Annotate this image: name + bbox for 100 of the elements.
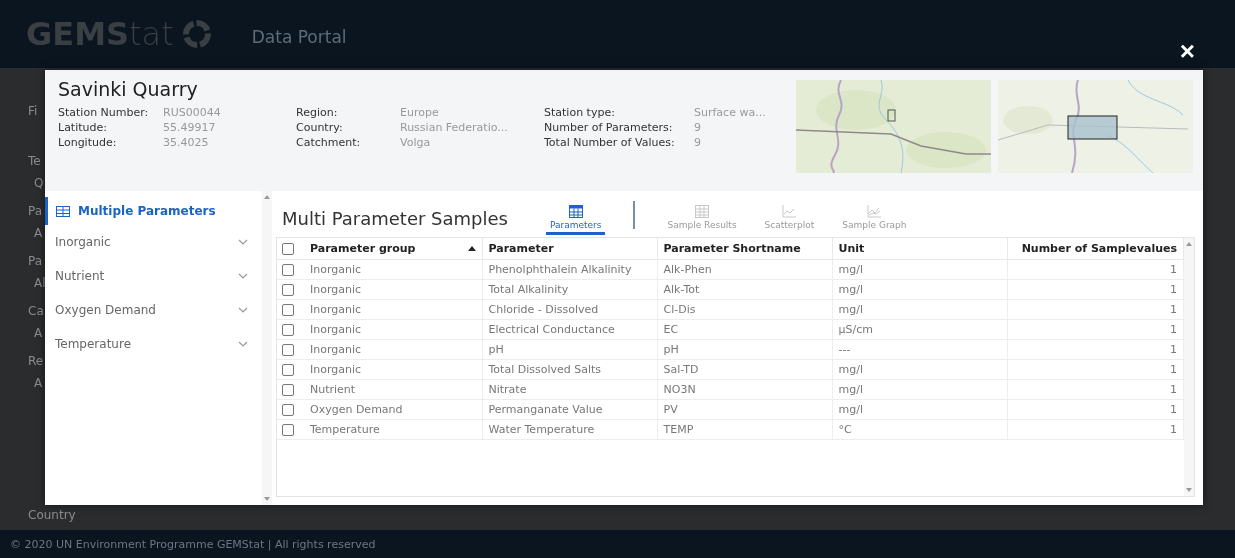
table-icon [695,205,710,218]
portal-subtitle: Data Portal [251,27,347,47]
table-cell: 1 [1007,419,1184,440]
table-cell: 1 [1007,279,1184,300]
scroll-up-icon[interactable] [1186,242,1192,246]
row-checkbox[interactable] [282,323,294,336]
table-cell: Cl-Dis [657,299,832,320]
filter-label: Re [28,354,44,368]
table-cell: Inorganic [304,339,482,360]
station-title: Savinki Quarry [58,78,199,100]
filter-label: Te [28,154,41,168]
table-cell: Alk-Tot [657,279,832,300]
table-cell: mg/l [832,359,1007,380]
info-label: Total Number of Values: [544,136,676,149]
table-cell: Electrical Conductance [482,319,657,340]
table-cell: Phenolphthalein Alkalinity [482,259,657,280]
info-label: Latitude: [58,121,108,134]
filter-value: Al [33,276,46,290]
table-cell: NO3N [657,379,832,400]
row-checkbox[interactable] [282,423,294,436]
info-value: 35.4025 [163,136,210,149]
table-cell: Inorganic [304,319,482,340]
section-title: Multi Parameter Samples [282,208,508,229]
sidebar-item[interactable]: Oxygen Demand [45,293,262,327]
table-cell: PV [657,399,832,420]
info-value: Surface wa... [694,106,767,119]
column-header[interactable]: Parameter group [304,238,482,260]
filter-label: Country [28,508,76,522]
scroll-up-icon[interactable] [264,195,270,199]
sidebar-item[interactable]: Nutrient [45,259,262,293]
sidebar-item[interactable]: Temperature [45,327,262,361]
table-cell: mg/l [832,259,1007,280]
table-cell: Nutrient [304,379,482,400]
table-cell: Oxygen Demand [304,399,482,420]
table-cell: 1 [1007,359,1184,380]
line-chart-icon [782,205,797,218]
select-all-checkbox[interactable] [282,242,294,255]
chevron-down-icon [238,273,248,279]
filter-value: A [33,376,43,390]
row-checkbox[interactable] [282,263,294,276]
column-header[interactable]: Parameter Shortname [657,238,832,260]
table-cell: EC [657,319,832,340]
table-cell: mg/l [832,279,1007,300]
table-cell: Total Dissolved Salts [482,359,657,380]
table-cell: pH [657,339,832,360]
table-cell: 1 [1007,299,1184,320]
info-label: Longitude: [58,136,118,149]
row-checkbox[interactable] [282,283,294,296]
row-checkbox[interactable] [282,383,294,396]
filter-label: Pa [28,204,43,218]
table-cell: TEMP [657,419,832,440]
filter-value: A [33,326,43,340]
info-value: 55.49917 [163,121,217,134]
chevron-down-icon [238,341,248,347]
view-tab[interactable]: Parameters [545,205,606,235]
table-cell: 1 [1007,379,1184,400]
scrollbar[interactable] [1184,238,1194,496]
table-cell: mg/l [832,299,1007,320]
table-cell: mg/l [832,379,1007,400]
table-cell: Inorganic [304,279,482,300]
scrollbar[interactable] [262,191,272,505]
info-value: Volga [400,136,432,149]
row-checkbox[interactable] [282,363,294,376]
column-header[interactable]: Parameter [482,238,657,260]
table-icon [56,205,70,217]
table-cell: --- [832,339,1007,360]
column-header[interactable]: Number of Samplevalues [1007,238,1184,260]
table-icon [568,205,583,218]
filter-value: A [33,226,43,240]
table-cell: Sal-TD [657,359,832,380]
table-cell: Nitrate [482,379,657,400]
row-checkbox[interactable] [282,303,294,316]
table-cell: pH [482,339,657,360]
table-cell: °C [832,419,1007,440]
table-cell: mg/l [832,399,1007,420]
close-button[interactable]: × [1179,40,1195,62]
info-label: Station type: [544,106,616,119]
chevron-down-icon [238,307,248,313]
row-checkbox[interactable] [282,403,294,416]
info-value: RUS00044 [163,106,222,119]
copyright-text: © 2020 UN Environment Programme GEMStat | All rights reserved [10,537,376,551]
table-cell: Inorganic [304,299,482,320]
table-cell: Temperature [304,419,482,440]
table-cell: 1 [1007,319,1184,340]
scroll-down-icon[interactable] [264,497,270,501]
info-value: Europe [400,106,440,119]
sidebar-item[interactable]: Inorganic [45,225,262,259]
table-cell: 1 [1007,339,1184,360]
info-label: Catchment: [296,136,362,149]
table-cell: 1 [1007,259,1184,280]
info-value: 9 [694,136,702,149]
row-checkbox[interactable] [282,343,294,356]
table-cell: Inorganic [304,259,482,280]
scroll-down-icon[interactable] [1186,488,1192,492]
column-header[interactable]: Unit [832,238,1007,260]
filter-label: Ca [28,304,44,318]
info-label: Country: [296,121,344,134]
table-cell: 1 [1007,399,1184,420]
line-chart-icon [867,205,882,218]
table-cell: Inorganic [304,359,482,380]
